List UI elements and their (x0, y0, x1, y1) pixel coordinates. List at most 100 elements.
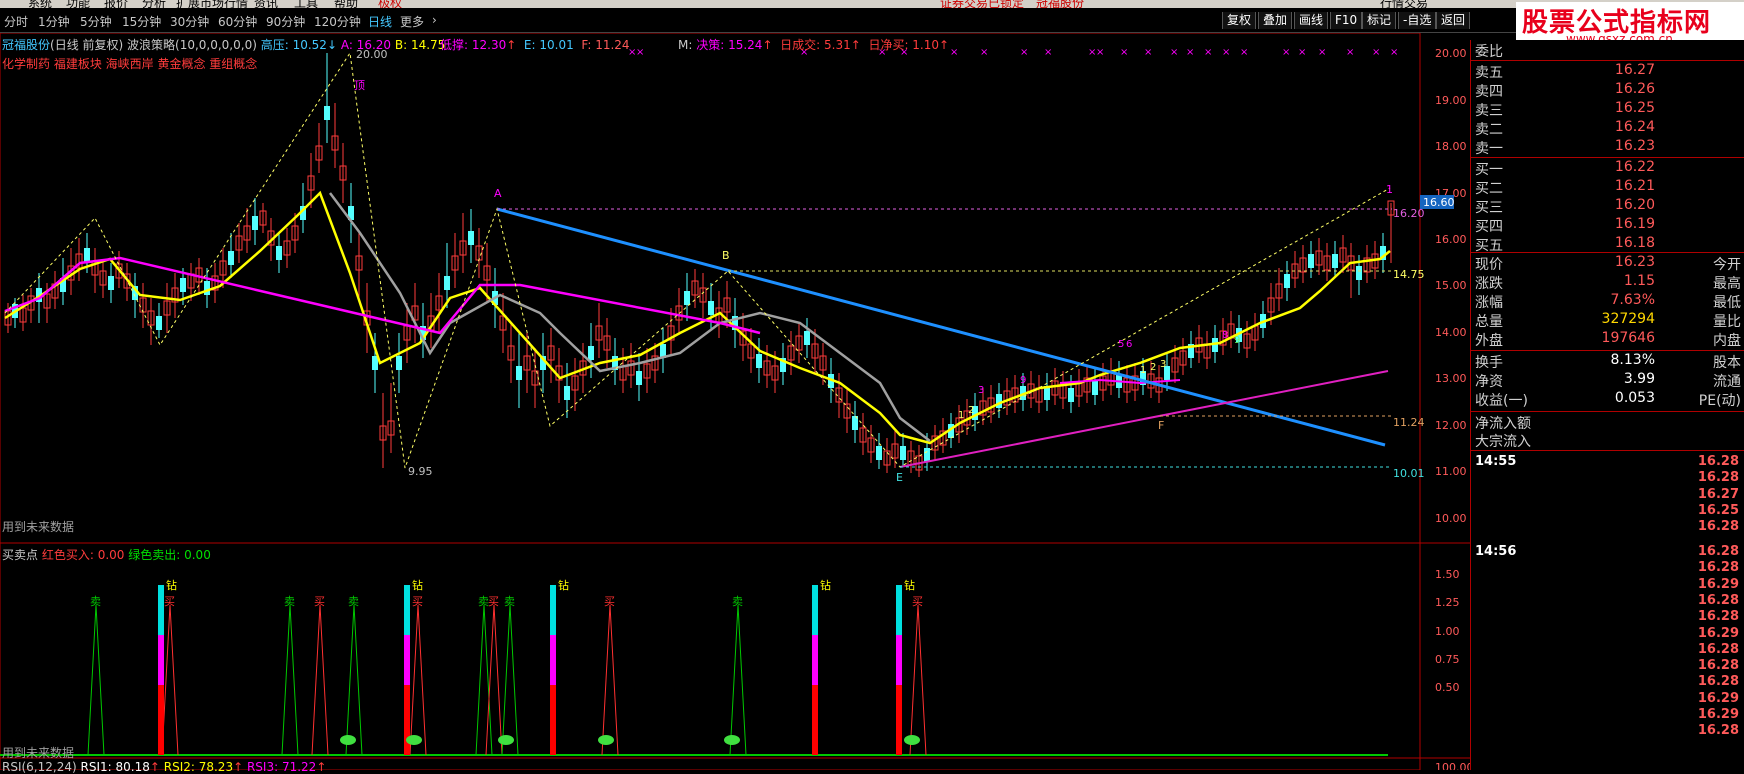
price-tick: 14.00 (1435, 326, 1467, 339)
b-value: B: 14.75 (394, 38, 446, 52)
stat-row-label2: 内盘 (1713, 333, 1741, 349)
buy-label: 买 (912, 595, 923, 608)
tick-row: 16.28 (1697, 641, 1739, 657)
svg-text:9: 9 (1234, 335, 1240, 346)
candle-body (924, 448, 930, 462)
back-button[interactable]: 返回 (1436, 12, 1471, 29)
fin-row: 净资 3.99 流通 (1471, 371, 1744, 390)
price-tick: 15.00 (1435, 279, 1467, 292)
price-tick: 19.00 (1435, 94, 1467, 107)
tick-row: 14:56 16.28 (1475, 544, 1739, 559)
bid-row-value: 16.20 (1614, 197, 1655, 213)
stock-info-line-2: 低撑: 12.30↑ E: 10.01 F: 11.24 (440, 36, 630, 53)
arrow-down-icon: ↓ (326, 38, 337, 52)
menu-extended-market[interactable]: 扩展市场行情 (176, 0, 248, 8)
period-daily[interactable]: 日线 (368, 13, 392, 30)
candle-body (204, 281, 210, 295)
stat-row: 总量 327294 量比 (1471, 311, 1744, 330)
diamond-signal-bar (550, 585, 556, 635)
period-intraday[interactable]: 分时 (4, 13, 28, 30)
m-value: M: (678, 38, 693, 52)
stat-row-label: 外盘 (1475, 333, 1503, 349)
candles (4, 53, 1395, 477)
stock-name[interactable]: 冠福股份 (2, 38, 50, 52)
low-support: 低撑: 12.30 (440, 38, 507, 52)
signal-x-mark: × (1020, 47, 1028, 58)
ingot-icon (904, 735, 920, 745)
net-inflow-label: 净流入额 (1475, 416, 1531, 432)
candle-body (1308, 254, 1314, 268)
draw-line-button[interactable]: 画线 (1294, 12, 1329, 29)
period-1min[interactable]: 1分钟 (38, 13, 70, 30)
period-5min[interactable]: 5分钟 (80, 13, 112, 30)
period-60min[interactable]: 60分钟 (218, 13, 257, 30)
period-120min[interactable]: 120分钟 (314, 13, 361, 30)
fin-row: 换手 8.13% 股本 (1471, 352, 1744, 371)
diamond-signal-bar (896, 585, 902, 635)
ask-row: 卖四 16.26 (1471, 81, 1744, 100)
rsi-title[interactable]: RSI(6,12,24) (2, 760, 77, 774)
diamond-label: 钻 (558, 578, 569, 592)
period-30min[interactable]: 30分钟 (170, 13, 209, 30)
signal-x-mark: × (1298, 47, 1306, 58)
ask-row-value: 16.24 (1614, 119, 1655, 135)
diamond-signal-bar (158, 635, 164, 685)
signal-x-mark: × (1346, 47, 1354, 58)
menu-analysis[interactable]: 分析 (142, 0, 166, 8)
menu-right[interactable]: 极权 (378, 0, 402, 8)
svg-text:2: 2 (968, 405, 974, 416)
kline-chart[interactable]: 20.00 19.00 18.00 17.00 16.00 15.00 14.0… (0, 33, 1470, 770)
signal-x-mark: × (1390, 47, 1398, 58)
stat-row: 现价 16.23 今开 (1471, 254, 1744, 273)
bid-row-label: 买二 (1475, 181, 1503, 197)
price-tick: 18.00 (1435, 140, 1467, 153)
tick-row: 16.29 (1697, 707, 1739, 722)
period-more[interactable]: 更多 (400, 13, 424, 30)
candle-body (588, 346, 594, 360)
menu-news[interactable]: 资讯 (254, 0, 278, 8)
ask-row-label: 卖三 (1475, 103, 1503, 119)
overlay-button[interactable]: 叠加 (1258, 12, 1293, 29)
tick-row: 16.27 (1697, 486, 1739, 502)
bid-row: 买五 16.18 (1471, 235, 1744, 254)
bid-row: 买二 16.21 (1471, 178, 1744, 197)
menu-tools[interactable]: 工具 (294, 0, 318, 8)
bid-row: 买一 16.22 (1471, 159, 1744, 178)
ask-row-label: 卖二 (1475, 122, 1503, 138)
menu-quote[interactable]: 报价 (104, 0, 128, 8)
tick-row: 16.28 (1697, 560, 1739, 576)
price-tick: 13.00 (1435, 372, 1467, 385)
f10-button[interactable]: F10 (1330, 12, 1363, 29)
rsi2-value: RSI2: 78.23 (163, 760, 234, 774)
menu-trade[interactable]: 行情交易 (1380, 0, 1428, 8)
signal-x-mark: × (980, 47, 988, 58)
arrow-up-icon: ↑ (506, 38, 517, 52)
candle-body (156, 316, 162, 330)
watchlist-button[interactable]: -自选 (1398, 12, 1437, 29)
ask-row-label: 卖四 (1475, 84, 1503, 100)
price-tick: 11.00 (1435, 465, 1467, 478)
point-label-1: 1 (1386, 183, 1393, 196)
period-90min[interactable]: 90分钟 (266, 13, 305, 30)
fin-row-label: 净资 (1475, 374, 1503, 390)
candle-body (1332, 254, 1338, 268)
svg-text:5: 5 (1118, 339, 1124, 350)
indicator-title[interactable]: 买卖点 (2, 548, 38, 562)
chevron-right-icon[interactable]: › (432, 13, 437, 27)
fin-row-label2: 流通 (1713, 374, 1741, 390)
period-15min[interactable]: 15分钟 (122, 13, 161, 30)
ask-row-value: 16.26 (1614, 81, 1655, 97)
mark-button[interactable]: 标记 (1362, 12, 1397, 29)
stat-row-label2: 最低 (1713, 295, 1741, 311)
signal-x-mark: × (1170, 47, 1178, 58)
signal-x-mark: × (1144, 47, 1152, 58)
diamond-signal-bar (550, 635, 556, 685)
stat-row-value: 327294 (1601, 311, 1655, 327)
buy-label: 买 (604, 595, 615, 608)
adjust-button[interactable]: 复权 (1222, 12, 1257, 29)
candle-body (708, 301, 714, 315)
menu-help[interactable]: 帮助 (334, 0, 358, 8)
menu-function[interactable]: 功能 (66, 0, 90, 8)
signal-x-mark: × (1204, 47, 1212, 58)
menu-system[interactable]: 系统 (28, 0, 52, 8)
